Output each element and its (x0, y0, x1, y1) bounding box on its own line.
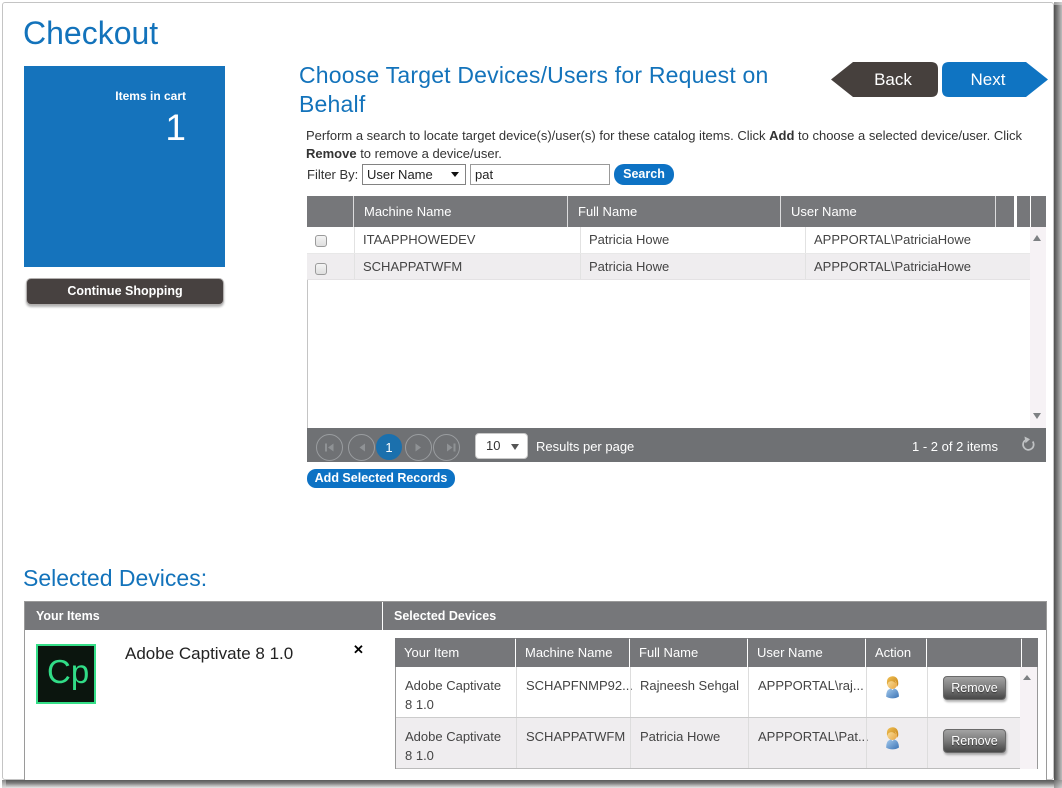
svg-text:Back: Back (874, 70, 912, 89)
svg-text:Next: Next (971, 70, 1006, 89)
